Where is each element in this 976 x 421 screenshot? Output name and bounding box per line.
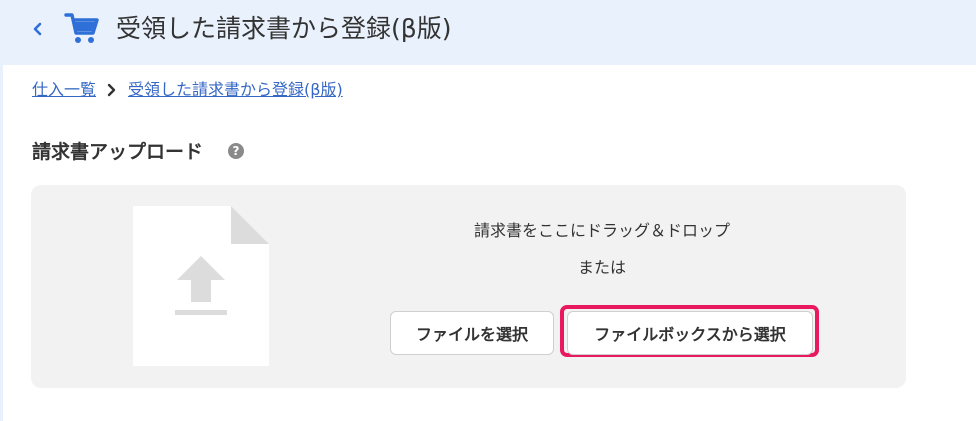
back-button[interactable] — [28, 16, 48, 42]
question-circle-icon[interactable]: ? — [228, 143, 244, 159]
or-label: または — [577, 258, 626, 277]
select-from-filebox-button[interactable]: ファイルボックスから選択 — [567, 311, 813, 355]
upload-section-title: 請求書アップロード — [32, 141, 204, 163]
page-header: 受領した請求書から登録(β版) — [0, 0, 976, 65]
breadcrumb: 仕入一覧 受領した請求書から登録(β版) — [32, 79, 343, 101]
breadcrumb-item-purchase-list[interactable]: 仕入一覧 — [32, 79, 96, 101]
shopping-cart-icon — [64, 13, 99, 43]
file-upload-icon — [133, 206, 269, 366]
breadcrumb-item-current[interactable]: 受領した請求書から登録(β版) — [128, 79, 343, 101]
chevron-right-icon — [107, 83, 116, 97]
chevron-left-icon — [33, 22, 42, 36]
page-title: 受領した請求書から登録(β版) — [116, 14, 452, 43]
page-left-border — [0, 65, 3, 421]
drop-instruction: 請求書をここにドラッグ＆ドロップ — [473, 221, 730, 240]
select-file-button[interactable]: ファイルを選択 — [390, 311, 554, 355]
